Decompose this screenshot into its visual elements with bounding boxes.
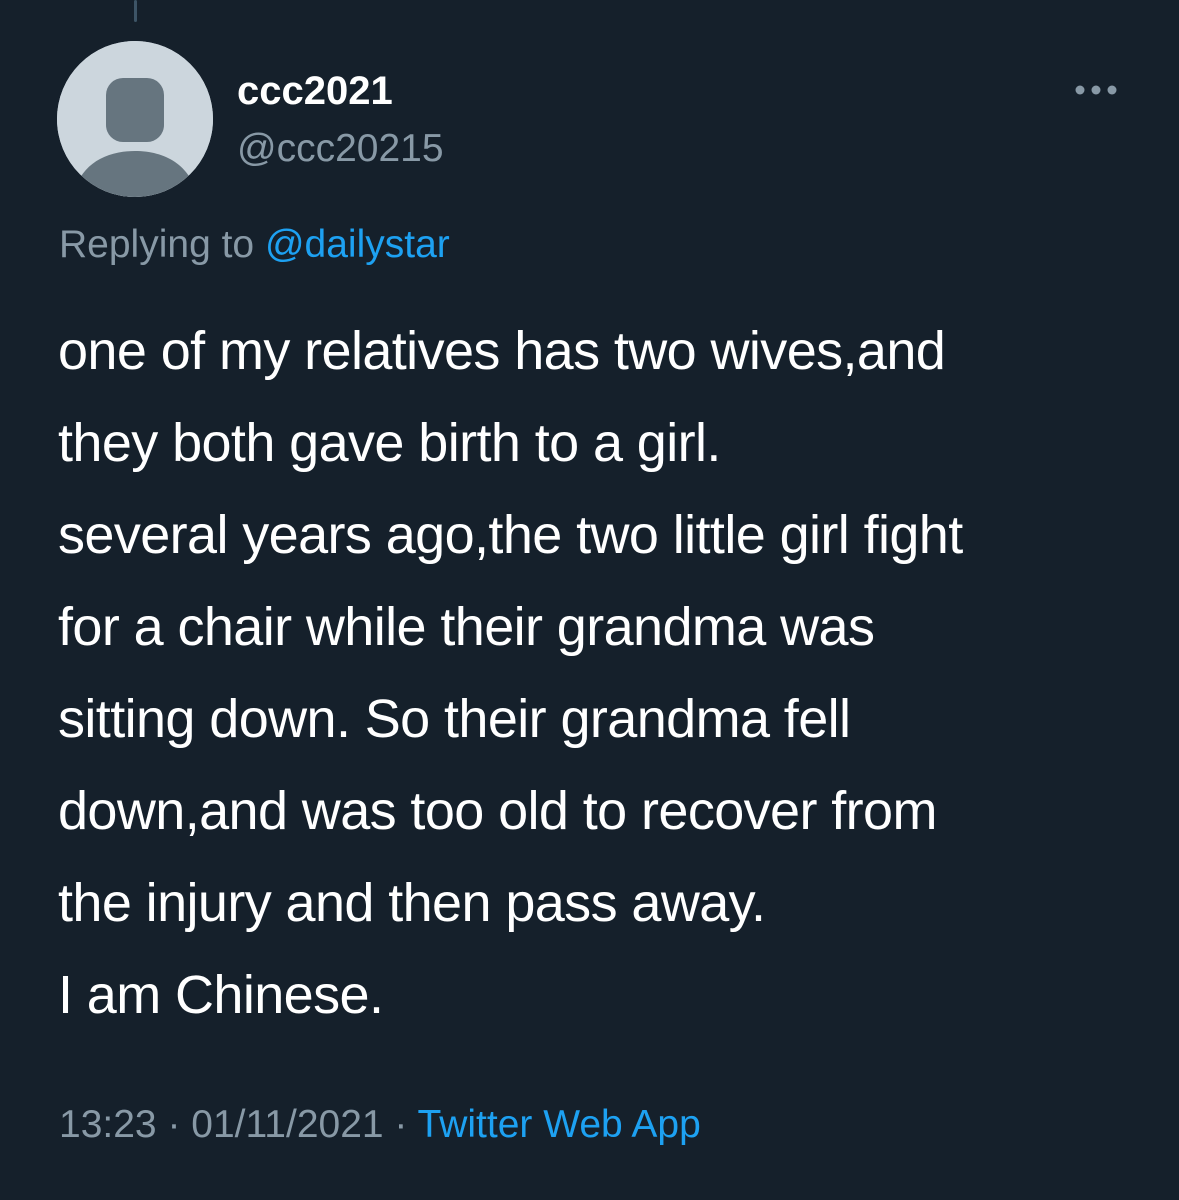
- tweet-source-link[interactable]: Twitter Web App: [418, 1103, 701, 1146]
- tweet-date[interactable]: 01/11/2021: [191, 1103, 383, 1146]
- default-profile-avatar-icon: [57, 41, 213, 197]
- replying-to-label: Replying to: [59, 223, 265, 266]
- tweet-metadata: 13:23 · 01/11/2021 · Twitter Web App: [59, 1100, 701, 1150]
- user-handle[interactable]: @ccc20215: [237, 125, 444, 173]
- tweet-text-line: one of my relatives has two wives,and: [58, 321, 946, 381]
- meta-separator: ·: [383, 1103, 418, 1146]
- reply-mention-link[interactable]: @dailystar: [265, 223, 450, 266]
- tweet-time[interactable]: 13:23: [59, 1103, 157, 1146]
- profile-avatar[interactable]: [57, 41, 213, 197]
- meta-separator: ·: [156, 1103, 192, 1146]
- tweet-text-line: for a chair while their grandma was: [58, 597, 875, 657]
- tweet-text-line: I am Chinese.: [58, 965, 384, 1025]
- tweet-text-line: they both gave birth to a girl.: [58, 413, 721, 473]
- replying-to-line: Replying to @dailystar: [59, 220, 450, 270]
- display-name[interactable]: ccc2021: [237, 67, 393, 115]
- tweet-text-line: down,and was too old to recover from: [58, 781, 937, 841]
- more-options-button[interactable]: [1068, 72, 1124, 108]
- tweet-text-line: sitting down. So their grandma fell: [58, 689, 851, 749]
- tweet-text: one of my relatives has two wives,and th…: [58, 305, 1148, 1041]
- tweet-text-line: several years ago,the two little girl fi…: [58, 505, 963, 565]
- thread-connector-line: [134, 0, 137, 22]
- more-horizontal-icon: [1075, 85, 1117, 95]
- tweet-text-line: the injury and then pass away.: [58, 873, 766, 933]
